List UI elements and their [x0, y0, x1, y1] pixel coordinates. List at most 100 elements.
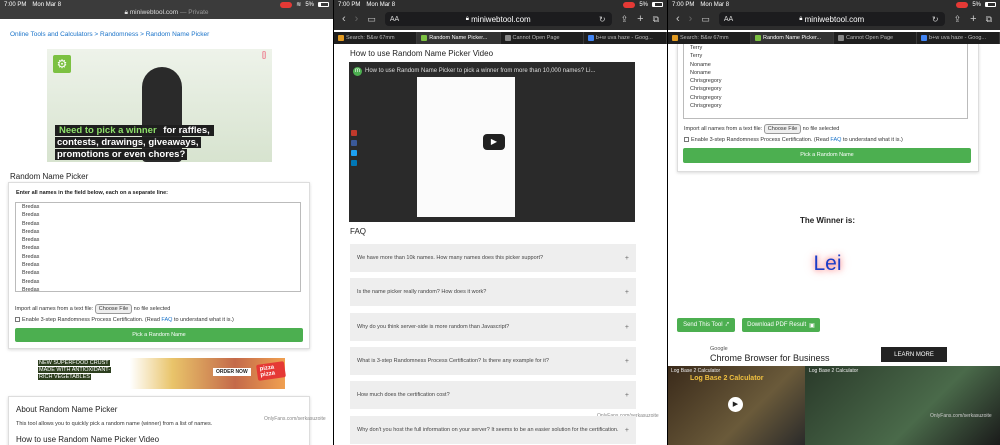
address-bar[interactable]: AA 🔒︎ miniwebtool.com ↻ [718, 12, 945, 26]
name-line: Noname [690, 69, 711, 76]
ad-brand: Google [710, 346, 728, 352]
download-pdf-button[interactable]: Download PDF Result ▣ [742, 318, 820, 332]
ad-order-button[interactable]: ORDER NOW [213, 368, 251, 376]
ad-line1: NEW SUPERFOOD CRUST [38, 360, 110, 366]
faq-item[interactable]: Is the name picker really random? How do… [350, 278, 636, 306]
reload-icon[interactable]: ↻ [932, 15, 939, 24]
choose-file-button[interactable]: Choose File [94, 304, 133, 314]
play-icon[interactable]: ▶ [728, 397, 743, 412]
share-icon[interactable]: ⇪ [954, 14, 962, 25]
pizza-ad[interactable]: NEW SUPERFOOD CRUST MADE WITH ANTIOXIDAN… [35, 358, 286, 389]
expand-icon: + [624, 391, 629, 399]
expand-icon: + [624, 288, 629, 296]
forward-icon[interactable]: › [689, 13, 693, 25]
expand-icon: + [624, 323, 629, 331]
learn-more-button[interactable]: LEARN MORE [881, 347, 947, 362]
pick-random-name-button[interactable]: Pick a Random Name [15, 328, 303, 342]
faq-item[interactable]: Why don't you host the full information … [350, 416, 636, 444]
name-line: Terry [690, 53, 703, 60]
faq-item[interactable]: What is 3-step Randomness Process Certif… [350, 347, 636, 375]
play-icon[interactable]: ▶ [483, 134, 505, 150]
linkedin-share-icon[interactable] [351, 160, 357, 166]
name-line: Bredas [22, 253, 40, 260]
reader-button[interactable]: AA [724, 16, 733, 23]
name-line: Bredas [22, 237, 40, 244]
youtube-video[interactable]: m How to use Random Name Picker to pick … [349, 62, 635, 222]
tab-search[interactable]: Search: B&w 67mm [668, 32, 751, 44]
faq-item[interactable]: We have more than 10k names. How many na… [350, 244, 636, 272]
toolbar-row-middle: ‹ › ▭ AA 🔒︎ miniwebtool.com ↻ ⇪ + ⧉ [334, 9, 667, 29]
cert-checkbox[interactable] [15, 317, 20, 323]
faq-item[interactable]: How much does the certification cost? + [350, 381, 636, 409]
name-line: Bredas [22, 228, 40, 235]
name-line: Bredas [22, 270, 40, 277]
name-line: Bredas [22, 278, 40, 285]
tab-random-name-picker[interactable]: Random Name Picker... [417, 32, 501, 44]
share-icon[interactable]: ⇪ [621, 14, 629, 25]
sidebar-icon[interactable]: ▭ [367, 14, 376, 25]
faq-link[interactable]: FAQ [830, 137, 841, 143]
twitter-share-icon[interactable] [351, 150, 357, 156]
pinterest-share-icon[interactable] [351, 130, 357, 136]
reload-icon[interactable]: ↻ [599, 15, 606, 24]
tab-google[interactable]: b+w uva haze - Goog... [917, 32, 1000, 44]
address-bar[interactable]: 🔒︎ miniwebtool.com — Private [0, 9, 333, 17]
howto-title: How to use Random Name Picker Video [350, 49, 494, 58]
back-icon[interactable]: ‹ [676, 13, 680, 25]
new-tab-icon[interactable]: + [637, 13, 643, 25]
battery-icon [652, 2, 663, 7]
browser-pane-left: 7:00 PM Mon Mar 8 ≋ 5% 🔒︎ miniwebtool.com… [0, 0, 333, 445]
watermark: OnlyFans.com/serkasuzoite [264, 416, 326, 422]
tab-search[interactable]: Search: B&w 67mm [334, 32, 418, 44]
status-date: Mon Mar 8 [32, 1, 62, 8]
send-tool-button[interactable]: Send This Tool ⤤ [677, 318, 735, 332]
faq-link[interactable]: FAQ [161, 317, 172, 323]
tabs-overview-icon[interactable]: ⧉ [986, 14, 992, 25]
choose-file-button[interactable]: Choose File [763, 124, 802, 134]
new-tab-icon[interactable]: + [970, 13, 976, 25]
forward-icon[interactable]: › [355, 13, 359, 25]
ad-close-icon[interactable]: [] [262, 52, 266, 59]
private-browser-header: 7:00 PM Mon Mar 8 ≋ 5% 🔒︎ miniwebtool.com… [0, 0, 333, 19]
tab-cannot-open[interactable]: Cannot Open Page [834, 32, 917, 44]
tab-google[interactable]: b+w uva haze - Goog... [584, 32, 667, 44]
sidebar-icon[interactable]: ▭ [701, 14, 710, 25]
facebook-share-icon[interactable] [351, 140, 357, 146]
record-icon [956, 1, 969, 8]
pick-random-name-button[interactable]: Pick a Random Name [683, 148, 971, 163]
ad-title[interactable]: Chrome Browser for Business [710, 353, 830, 363]
import-row: Import all names from a text file: Choos… [15, 304, 170, 314]
address-bar[interactable]: AA 🔒︎ miniwebtool.com ↻ [384, 12, 612, 26]
tab-label: Random Name Picker... [763, 35, 822, 41]
faq-question: What is 3-step Randomness Process Certif… [357, 358, 549, 364]
cert-text: Enable 3-step Randomness Process Certifi… [22, 317, 160, 323]
tab-bar: Search: B&w 67mm Random Name Picker... C… [668, 32, 1000, 44]
toolbar-row-right: ‹ › ▭ AA 🔒︎ miniwebtool.com ↻ ⇪ + ⧉ [668, 9, 1000, 29]
tab-label: b+w uva haze - Goog... [929, 35, 987, 41]
names-label: Enter all names in the field below, each… [16, 190, 169, 196]
back-icon[interactable]: ‹ [342, 13, 346, 25]
reader-button[interactable]: AA [390, 16, 399, 23]
tab-random-name-picker[interactable]: Random Name Picker... [751, 32, 834, 44]
name-line: Noname [690, 61, 711, 68]
name-line: Chrisgregory [690, 103, 722, 110]
tab-favicon [672, 35, 678, 41]
video-ad-left[interactable]: Log Base 2 Calculator Log Base 2 Calcula… [668, 366, 805, 445]
faq-item[interactable]: Why do you think server-side is more ran… [350, 313, 636, 341]
names-textarea[interactable]: Terry Terry Noname Noname Chrisgregory Chrisg… [683, 44, 968, 119]
breadcrumb[interactable]: Online Tools and Calculators > Randomnes… [0, 19, 333, 38]
cert-checkbox[interactable] [684, 137, 689, 143]
tab-cannot-open[interactable]: Cannot Open Page [501, 32, 584, 44]
tab-bar: Search: B&w 67mm Random Name Picker... C… [334, 32, 667, 44]
gear-icon: ⚙ [53, 55, 71, 73]
status-time: 7:00 PM [672, 1, 695, 8]
names-textarea[interactable]: Bredas Bredas Bredas Bredas Bredas Bredas Bred… [15, 202, 301, 292]
cert-text-end: to understand what it is.) [842, 137, 903, 143]
video-ad-right[interactable]: Log Base 2 Calculator [805, 366, 1000, 445]
hero-banner: ⚙ [] Need to pick a winner for raffles, … [47, 49, 272, 162]
faq-question: Is the name picker really random? How do… [357, 289, 487, 295]
name-line: Bredas [22, 262, 40, 269]
lock-icon: 🔒︎ [465, 15, 469, 22]
lock-icon: 🔒︎ [799, 15, 803, 22]
tabs-overview-icon[interactable]: ⧉ [653, 14, 659, 25]
